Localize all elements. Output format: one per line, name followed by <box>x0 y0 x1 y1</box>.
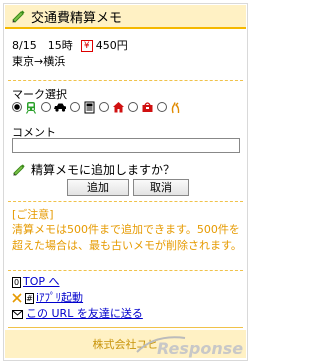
mark-radio-car[interactable] <box>41 102 51 112</box>
confirm-buttons: 追加 取消 <box>67 179 189 196</box>
iappli-link[interactable]: iｱﾌﾟﾘ起動 <box>36 290 83 306</box>
cancel-button[interactable]: 取消 <box>133 179 189 196</box>
yen-icon: ¥ <box>80 40 93 52</box>
divider <box>8 201 243 202</box>
mark-radio-walk[interactable] <box>157 102 167 112</box>
mark-radio-bag[interactable] <box>128 102 138 112</box>
comment-input[interactable] <box>12 138 240 153</box>
bus-icon <box>82 100 96 114</box>
pencil-icon <box>13 164 25 176</box>
add-button[interactable]: 追加 <box>67 179 129 196</box>
key-hash-icon: # <box>25 292 34 304</box>
svg-text:Response: Response <box>157 339 243 358</box>
share-url-link[interactable]: この URL を友達に送る <box>26 306 143 322</box>
bag-icon <box>140 100 154 114</box>
entry-summary: 8/15 15時 ¥ 450円 東京→横浜 <box>12 38 128 70</box>
mark-selector <box>12 100 186 114</box>
notice-title: [ご注意] <box>12 208 54 221</box>
mark-radio-train[interactable] <box>12 102 22 112</box>
pencil-icon <box>12 10 25 23</box>
page-title: 交通費精算メモ <box>31 10 123 26</box>
divider <box>8 80 243 81</box>
watermark-logo: Response <box>136 336 243 358</box>
entry-route: 東京→横浜 <box>12 55 66 68</box>
walk-icon <box>169 100 183 114</box>
footer-divider <box>8 327 243 328</box>
notice-body: 清算メモは500件まで追加できます。500件を超えた場合は、最も古いメモが削除さ… <box>12 223 242 252</box>
divider <box>8 270 243 271</box>
title-bar: 交通費精算メモ <box>5 5 246 29</box>
car-icon <box>53 100 67 114</box>
key-zero-icon: 0 <box>12 276 21 288</box>
train-icon <box>24 100 38 114</box>
building-icon <box>111 100 125 114</box>
entry-date-time: 8/15 15時 <box>12 39 73 52</box>
confirm-question-text: 精算メモに追加しますか？ <box>31 163 176 177</box>
footer-links: 0 TOP へ # iｱﾌﾟﾘ起動 この URL を友達に送る <box>12 274 143 322</box>
entry-amount: 450円 <box>95 39 128 52</box>
iappli-icon <box>12 293 22 303</box>
mark-radio-building[interactable] <box>99 102 109 112</box>
top-link[interactable]: TOP へ <box>23 274 60 290</box>
confirm-question: 精算メモに追加しますか？ <box>12 161 175 178</box>
mail-icon <box>12 309 23 319</box>
mark-radio-bus[interactable] <box>70 102 80 112</box>
